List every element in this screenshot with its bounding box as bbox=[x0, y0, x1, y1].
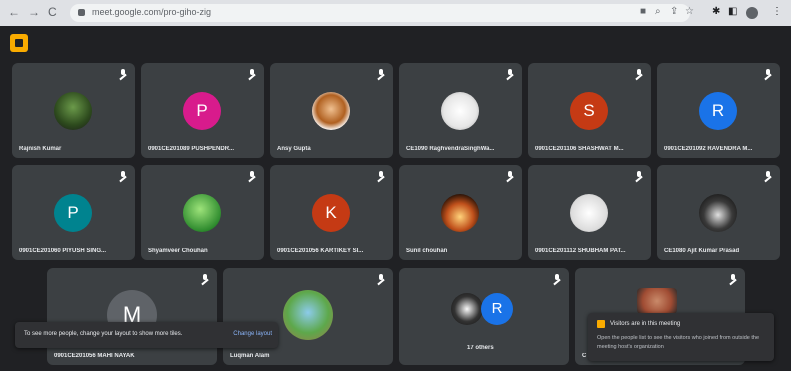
avatar: K bbox=[312, 194, 350, 232]
avatar bbox=[283, 290, 333, 340]
avatar: P bbox=[54, 194, 92, 232]
mic-icon bbox=[377, 69, 385, 79]
meet-logo-icon bbox=[10, 34, 28, 52]
participant-tile[interactable]: K 0901CE201056 KARTIKEY SI... bbox=[270, 165, 393, 260]
share-icon[interactable]: ⇪ bbox=[670, 6, 678, 17]
participant-tile[interactable]: Shyamveer Chouhan bbox=[141, 165, 264, 260]
forward-button[interactable]: → bbox=[28, 5, 40, 19]
others-tile[interactable]: R 17 others bbox=[399, 268, 569, 365]
avatar bbox=[637, 288, 677, 314]
participant-name: CE1090 RaghvendraSinghWa... bbox=[406, 146, 495, 152]
participant-name: 0901CE201089 PUSHPENDR... bbox=[148, 146, 235, 152]
mic-icon bbox=[119, 171, 127, 181]
participant-tile[interactable]: Ansy Gupta bbox=[270, 63, 393, 158]
mic-icon bbox=[506, 69, 514, 79]
others-count: 17 others bbox=[467, 345, 494, 351]
lock-icon bbox=[78, 9, 85, 16]
avatar: P bbox=[183, 92, 221, 130]
visitors-body: Open the people list to see the visitors… bbox=[597, 335, 760, 350]
mic-icon bbox=[635, 171, 643, 181]
participant-tile[interactable]: Luqman Alam bbox=[223, 268, 393, 365]
extensions-icon[interactable]: ✱ bbox=[712, 6, 720, 17]
meeting-stage: Rajnish Kumar P 0901CE201089 PUSHPENDR..… bbox=[0, 26, 791, 371]
participant-tile[interactable]: M 0901CE201056 MAHI NAYAK bbox=[47, 268, 217, 365]
participant-tile[interactable]: P 0901CE201060 PIYUSH SING... bbox=[12, 165, 135, 260]
mic-icon bbox=[729, 274, 737, 284]
avatar bbox=[699, 194, 737, 232]
mic-icon bbox=[248, 69, 256, 79]
mic-icon bbox=[248, 171, 256, 181]
participant-tile[interactable]: CE1090 RaghvendraSinghWa... bbox=[399, 63, 522, 158]
visitors-notice: Visitors are in this meeting Open the pe… bbox=[588, 313, 774, 361]
url-text: meet.google.com/pro-giho-zig bbox=[92, 7, 212, 17]
avatar bbox=[441, 92, 479, 130]
mic-icon bbox=[119, 69, 127, 79]
back-button[interactable]: ← bbox=[8, 5, 20, 19]
reload-button[interactable]: C bbox=[48, 5, 57, 19]
participant-tile[interactable]: Rajnish Kumar bbox=[12, 63, 135, 158]
avatar bbox=[54, 92, 92, 130]
address-bar[interactable]: meet.google.com/pro-giho-zig bbox=[70, 4, 690, 22]
participant-tile[interactable]: P 0901CE201089 PUSHPENDR... bbox=[141, 63, 264, 158]
participant-name: 0901CE201056 MAHI NAYAK bbox=[54, 353, 135, 359]
avatar: R bbox=[699, 92, 737, 130]
mic-icon bbox=[553, 274, 561, 284]
participant-name: Sunil chouhan bbox=[406, 248, 448, 254]
change-layout-link[interactable]: Change layout bbox=[233, 331, 272, 337]
cast-icon[interactable]: ■ bbox=[640, 6, 646, 17]
avatar: R bbox=[481, 293, 513, 325]
participant-tile[interactable]: S 0901CE201106 SHASHWAT M... bbox=[528, 63, 651, 158]
visitors-title: Visitors are in this meeting bbox=[610, 321, 681, 327]
browser-toolbar: ← → C meet.google.com/pro-giho-zig ■ ⌕ ⇪… bbox=[0, 0, 791, 26]
participant-name: Shyamveer Chouhan bbox=[148, 248, 208, 254]
participant-name: 0901CE201106 SHASHWAT M... bbox=[535, 146, 624, 152]
profile-icon[interactable] bbox=[746, 7, 758, 19]
participant-name: Rajnish Kumar bbox=[19, 146, 62, 152]
participant-name: 0901CE201060 PIYUSH SING... bbox=[19, 248, 107, 254]
avatar bbox=[183, 194, 221, 232]
participant-name: Luqman Alam bbox=[230, 353, 270, 359]
avatar bbox=[570, 194, 608, 232]
mic-icon bbox=[764, 171, 772, 181]
mic-icon bbox=[377, 171, 385, 181]
participant-name: CE1080 Ajit Kumar Prasad bbox=[664, 248, 740, 254]
mic-icon bbox=[377, 274, 385, 284]
mic-icon bbox=[506, 171, 514, 181]
participant-name: 0901CE201056 KARTIKEY SI... bbox=[277, 248, 364, 254]
mic-icon bbox=[635, 69, 643, 79]
participant-tile[interactable]: 0901CE201112 SHUBHAM PAT... bbox=[528, 165, 651, 260]
mic-icon bbox=[201, 274, 209, 284]
participant-tile[interactable]: R 0901CE201092 RAVENDRA M... bbox=[657, 63, 780, 158]
star-icon[interactable]: ☆ bbox=[685, 6, 694, 17]
mic-icon bbox=[764, 69, 772, 79]
layout-toast: To see more people, change your layout t… bbox=[15, 322, 278, 348]
participant-tile[interactable]: Sunil chouhan bbox=[399, 165, 522, 260]
avatar bbox=[441, 194, 479, 232]
menu-icon[interactable]: ⋮ bbox=[772, 6, 782, 17]
participant-name: 0901CE201092 RAVENDRA M... bbox=[664, 146, 753, 152]
participant-name: Ansy Gupta bbox=[277, 146, 311, 152]
visitors-icon bbox=[597, 320, 605, 328]
avatar bbox=[451, 293, 483, 325]
participant-name: 0901CE201112 SHUBHAM PAT... bbox=[535, 248, 626, 254]
participant-tile[interactable]: CE1080 Ajit Kumar Prasad bbox=[657, 165, 780, 260]
zoom-icon[interactable]: ⌕ bbox=[655, 6, 661, 17]
avatar: S bbox=[570, 92, 608, 130]
toast-message: To see more people, change your layout t… bbox=[24, 331, 183, 337]
sidepanel-icon[interactable]: ◧ bbox=[728, 6, 737, 17]
avatar bbox=[312, 92, 350, 130]
